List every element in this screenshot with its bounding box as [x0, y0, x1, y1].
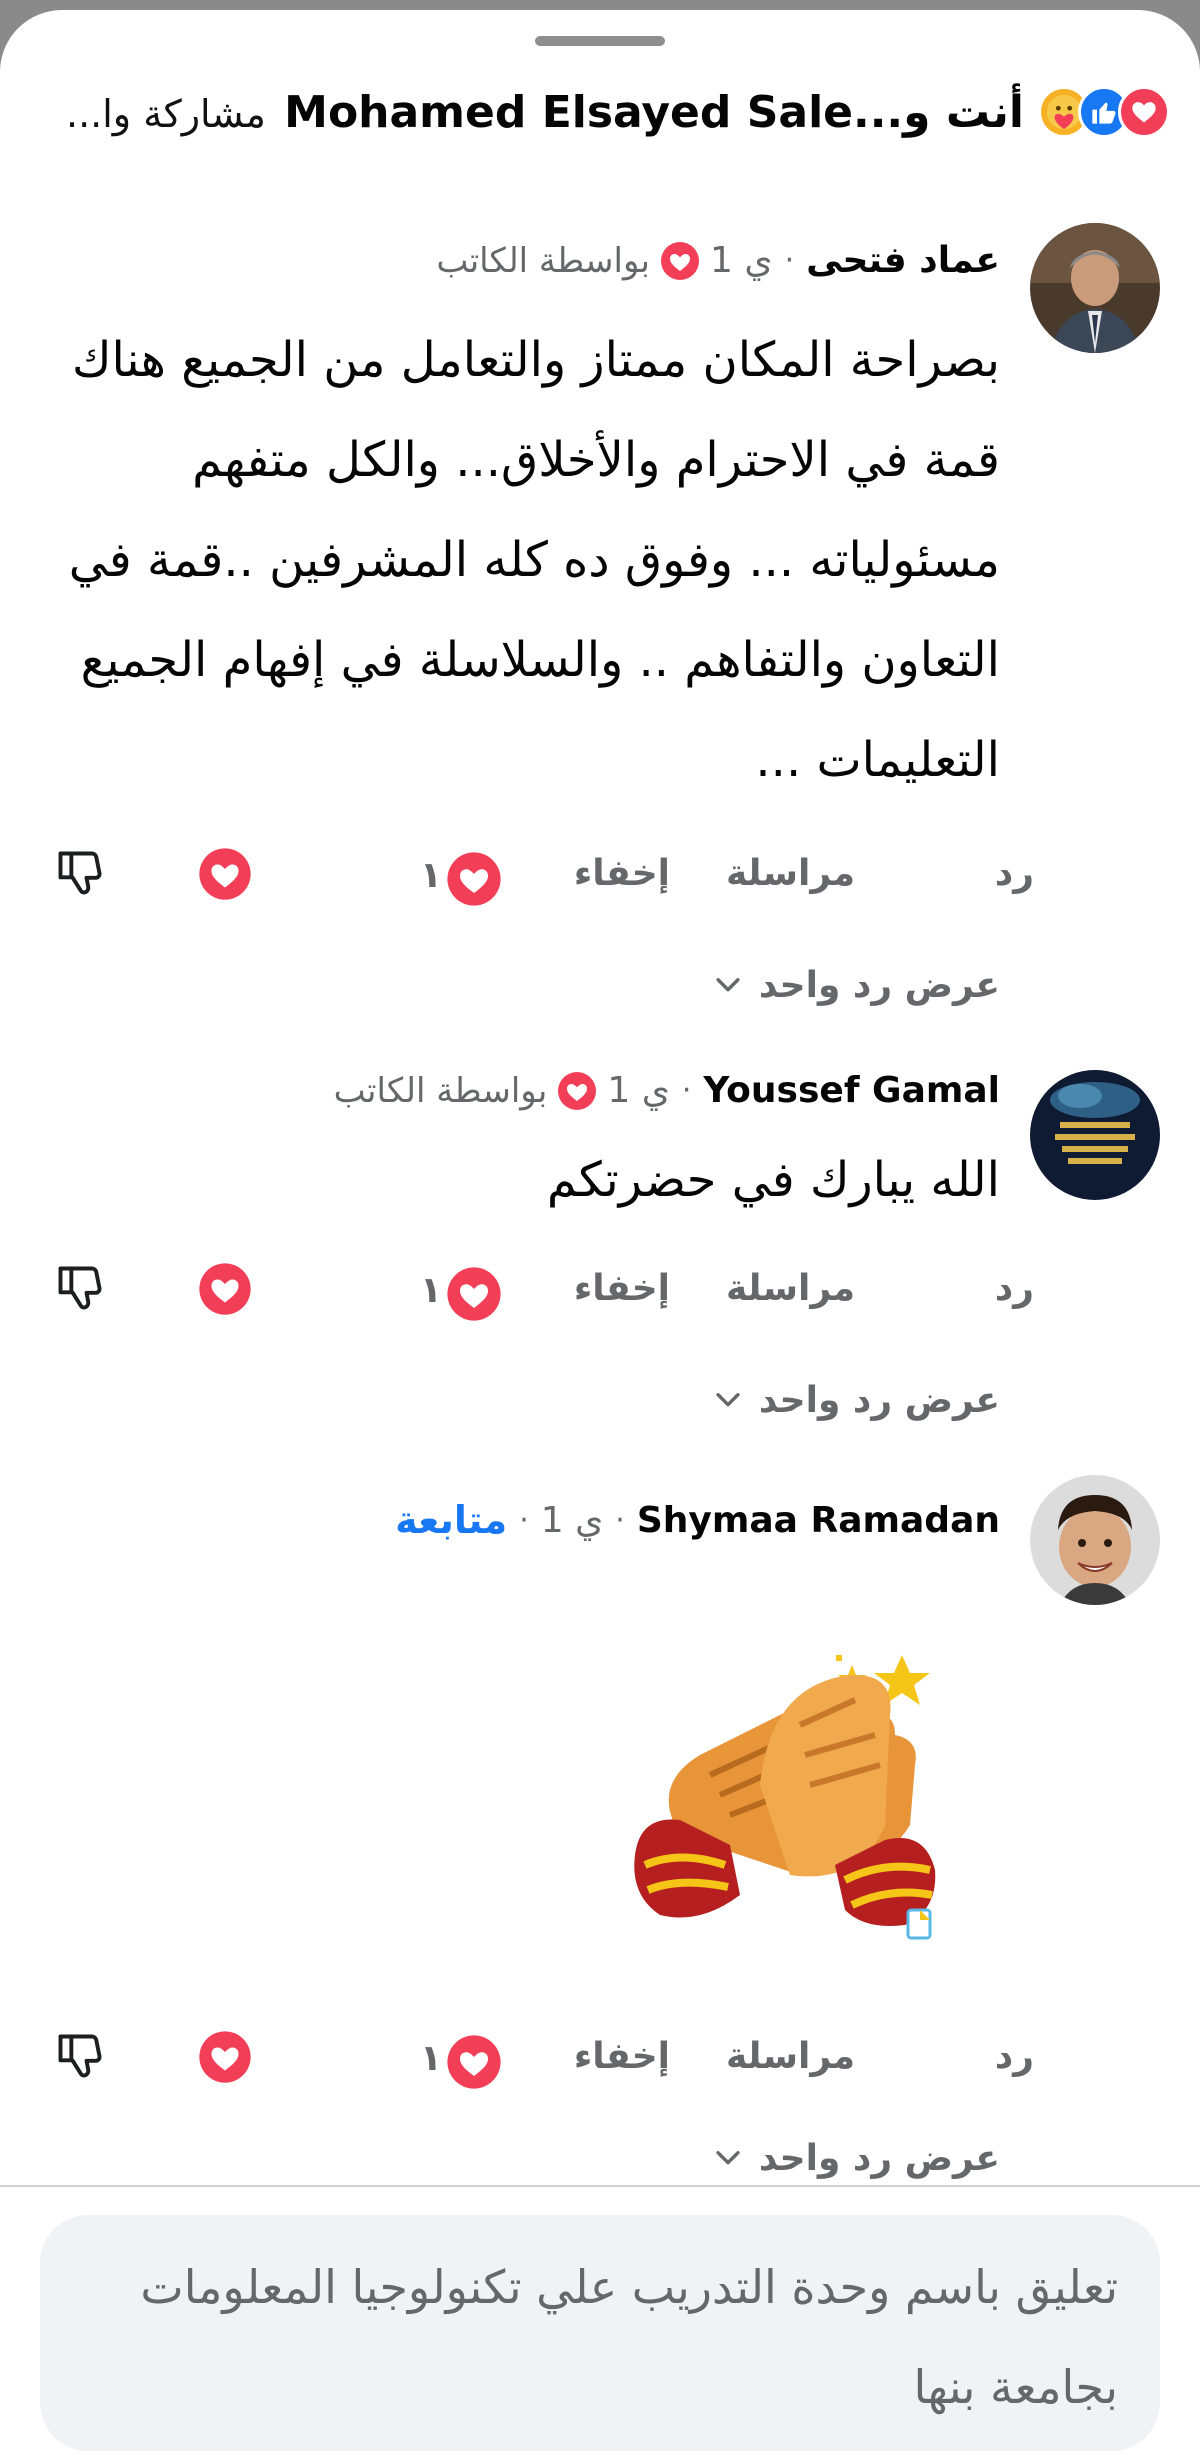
message-button[interactable]: مراسلة: [726, 2036, 855, 2077]
reply-button[interactable]: رد: [995, 2036, 1034, 2077]
comment-meta: عماد فتحى · 1 ي بواسطة الكاتب: [436, 240, 1000, 281]
comments-sheet: مشاركة وا... أنت و...Mohamed Elsayed Sal…: [0, 10, 1200, 2459]
love-icon: [1118, 86, 1170, 138]
comment-time[interactable]: 1 ي: [710, 240, 773, 281]
message-button[interactable]: مراسلة: [726, 853, 855, 894]
reply-button[interactable]: رد: [995, 853, 1034, 894]
view-replies-label: عرض رد واحد: [758, 2138, 1000, 2179]
comment-body: الله يبارك في حضرتكم: [546, 1152, 1000, 1208]
avatar[interactable]: [1030, 223, 1160, 353]
separator-dot: ·: [784, 243, 795, 278]
reaction-love-icon: [446, 851, 502, 911]
dislike-icon[interactable]: [54, 847, 106, 903]
header-reactions[interactable]: [1038, 86, 1170, 138]
view-replies-label: عرض رد واحد: [758, 1380, 1000, 1421]
comment-author[interactable]: Youssef Gamal: [703, 1070, 1000, 1111]
comment-author[interactable]: Shymaa Ramadan: [637, 1500, 1000, 1541]
separator-dot: ·: [681, 1073, 692, 1108]
reaction-count[interactable]: ١: [420, 2038, 442, 2079]
reaction-love-icon: [446, 1266, 502, 1326]
comment-meta: Youssef Gamal · 1 ي بواسطة الكاتب: [334, 1070, 1000, 1111]
comment-body: بصراحة المكان ممتاز والتعامل من الجميع ه…: [68, 332, 1000, 788]
view-replies-link[interactable]: عرض رد واحد: [711, 1380, 1000, 1421]
reply-button[interactable]: رد: [995, 1268, 1034, 1309]
love-react-button[interactable]: [198, 847, 252, 905]
reaction-count[interactable]: ١: [420, 855, 442, 896]
reaction-count[interactable]: ١: [420, 1270, 442, 1311]
sheet-header: مشاركة وا... أنت و...Mohamed Elsayed Sal…: [50, 72, 1170, 152]
love-react-button[interactable]: [198, 1262, 252, 1320]
comment-actions: رد مراسلة إخفاء ١: [0, 2018, 1200, 2098]
avatar[interactable]: [1030, 1070, 1160, 1200]
comment-author[interactable]: عماد فتحى: [806, 240, 1000, 281]
header-title[interactable]: أنت و...Mohamed Elsayed Sale: [284, 87, 1024, 138]
author-badge: بواسطة الكاتب: [333, 1070, 548, 1111]
comment-time[interactable]: 1 ي: [541, 1500, 604, 1541]
drag-handle[interactable]: [535, 36, 665, 46]
message-button[interactable]: مراسلة: [726, 1268, 855, 1309]
follow-button[interactable]: متابعة: [395, 1498, 507, 1542]
chevron-down-icon: [711, 1382, 745, 1420]
dislike-icon[interactable]: [54, 1262, 106, 1318]
comment-time[interactable]: 1 ي: [607, 1070, 670, 1111]
separator-dot: ·: [615, 1502, 625, 1538]
hide-button[interactable]: إخفاء: [574, 853, 670, 894]
view-replies-link[interactable]: عرض رد واحد: [711, 2138, 1000, 2179]
avatar[interactable]: [1030, 1475, 1160, 1605]
comment-actions: رد مراسلة إخفاء ١: [0, 1250, 1200, 1330]
reaction-love-icon: [446, 2034, 502, 2094]
composer-divider: [0, 2185, 1200, 2187]
clapping-hands-sticker[interactable]: [620, 1625, 980, 1985]
comment-meta: Shymaa Ramadan · 1 ي · متابعة: [395, 1498, 1000, 1542]
comment-input-placeholder[interactable]: تعليق باسم وحدة التدريب علي تكنولوجيا ال…: [98, 2237, 1118, 2437]
dislike-icon[interactable]: [54, 2030, 106, 2086]
author-heart-icon: [557, 1071, 597, 1111]
view-replies-link[interactable]: عرض رد واحد: [711, 965, 1000, 1006]
comment-actions: رد مراسلة إخفاء ١: [0, 835, 1200, 915]
header-share-label[interactable]: مشاركة وا...: [66, 92, 266, 136]
view-replies-label: عرض رد واحد: [758, 965, 1000, 1006]
hide-button[interactable]: إخفاء: [574, 2036, 670, 2077]
separator-dot: ·: [519, 1502, 529, 1538]
author-heart-icon: [660, 241, 700, 281]
author-badge: بواسطة الكاتب: [436, 240, 651, 281]
hide-button[interactable]: إخفاء: [574, 1268, 670, 1309]
chevron-down-icon: [711, 967, 745, 1005]
love-react-button[interactable]: [198, 2030, 252, 2088]
chevron-down-icon: [711, 2140, 745, 2178]
comment-composer[interactable]: تعليق باسم وحدة التدريب علي تكنولوجيا ال…: [40, 2215, 1160, 2451]
